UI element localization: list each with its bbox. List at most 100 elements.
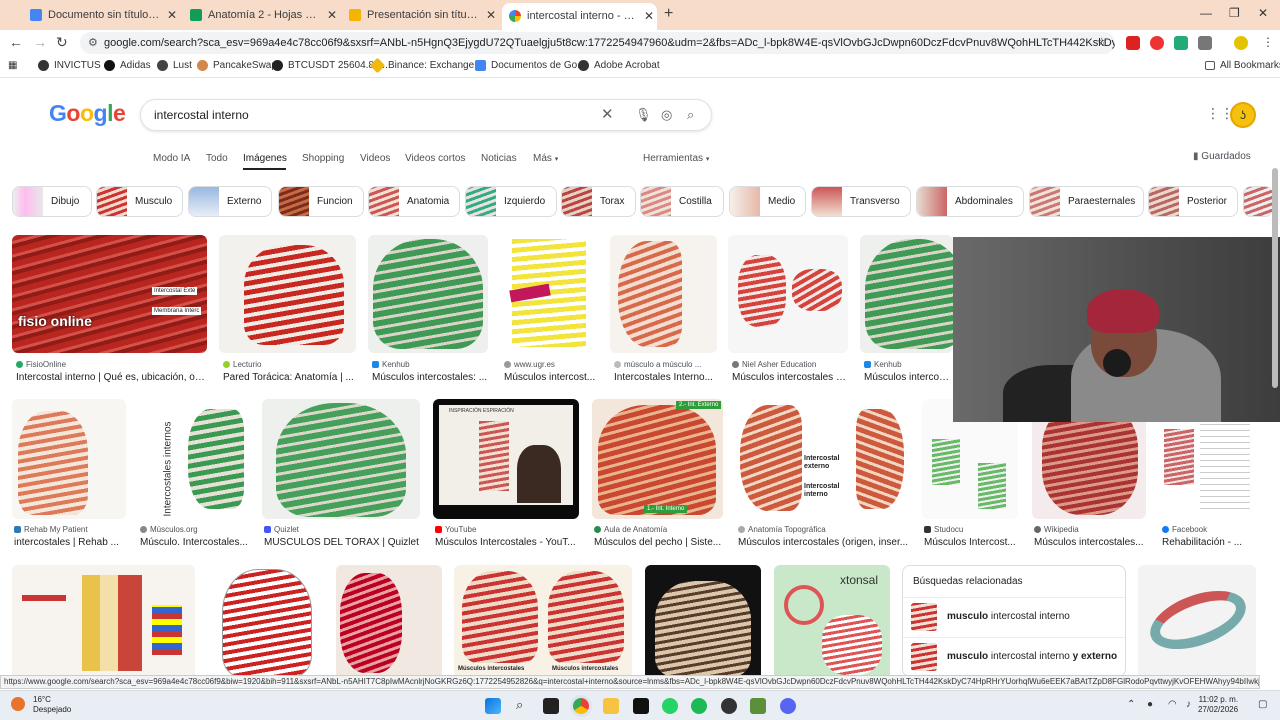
image-result[interactable] bbox=[12, 565, 195, 675]
forward-button[interactable]: → bbox=[33, 34, 47, 50]
notifications-icon[interactable]: ▢ bbox=[1258, 699, 1267, 710]
chip-paraesternales[interactable]: Paraesternales bbox=[1029, 186, 1144, 217]
result-source[interactable]: Wikipedia bbox=[1034, 525, 1146, 534]
profile-avatar[interactable] bbox=[1234, 36, 1248, 50]
tiktok-icon[interactable] bbox=[633, 698, 649, 714]
result-title[interactable]: Músculos intercostales: ... bbox=[372, 372, 488, 383]
scrollbar-thumb[interactable] bbox=[1272, 168, 1278, 388]
result-title[interactable]: Músculos intercostales | ... bbox=[732, 372, 848, 383]
bookmark-item[interactable]: INVICTUS bbox=[38, 60, 101, 71]
result-image[interactable]: Intercostal externo Intercostal interno bbox=[736, 399, 909, 519]
new-tab-button[interactable]: + bbox=[664, 5, 673, 23]
result-title[interactable]: Pared Torácica: Anatomía | ... bbox=[223, 372, 355, 383]
apps-grid-icon[interactable]: ▦ bbox=[8, 60, 17, 71]
image-result[interactable]: fisio online Intercostal Exte Membrana I… bbox=[12, 235, 207, 385]
related-search-item[interactable]: musculo intercostal interno bbox=[903, 597, 1125, 635]
result-image[interactable]: xtonsal bbox=[774, 565, 890, 675]
image-result[interactable]: Niel Asher Education Músculos intercosta… bbox=[728, 235, 848, 385]
image-result[interactable]: www.ugr.es Músculos intercost... bbox=[500, 235, 598, 385]
whatsapp-icon[interactable] bbox=[662, 698, 678, 714]
result-source[interactable]: Rehab My Patient bbox=[14, 525, 126, 534]
result-title[interactable]: Músculos Intercostales - YouT... bbox=[435, 537, 579, 548]
google-logo[interactable]: Google bbox=[49, 100, 126, 127]
tab-noticias[interactable]: Noticias bbox=[481, 153, 517, 164]
browser-tab-docs[interactable]: Documento sin título - Docume ✕ bbox=[30, 4, 180, 26]
chip-abdominales[interactable]: Abdominales bbox=[916, 186, 1024, 217]
result-title[interactable]: MÚSCULOS DEL TÓRAX | Quizlet bbox=[264, 537, 420, 548]
system-clock[interactable]: 11:02 p. m. 27/02/2026 bbox=[1198, 695, 1238, 715]
tab-todo[interactable]: Todo bbox=[206, 153, 228, 164]
search-input[interactable]: intercostal interno bbox=[154, 108, 249, 122]
result-title[interactable]: Músculos intercostale... bbox=[864, 372, 953, 383]
chip-dibujo[interactable]: Dibujo bbox=[12, 186, 92, 217]
result-source[interactable]: Facebook bbox=[1162, 525, 1255, 534]
weather-icon[interactable] bbox=[11, 697, 25, 711]
all-bookmarks[interactable]: All Bookmarks bbox=[1205, 60, 1280, 71]
result-title[interactable]: Rehabilitación - ... bbox=[1162, 537, 1255, 548]
image-result[interactable]: Intercostal externo Intercostal interno … bbox=[736, 399, 909, 549]
tab-mas[interactable]: Más ▾ bbox=[533, 153, 558, 164]
obs-icon[interactable] bbox=[721, 698, 737, 714]
result-image[interactable] bbox=[1138, 565, 1256, 675]
search-icon[interactable]: ⌕ bbox=[687, 107, 694, 123]
reload-button[interactable]: ↻ bbox=[56, 34, 68, 51]
result-image[interactable] bbox=[262, 399, 420, 519]
tab-videos-cortos[interactable]: Videos cortos bbox=[405, 153, 465, 164]
image-result[interactable] bbox=[645, 565, 761, 675]
result-image[interactable] bbox=[12, 399, 126, 519]
result-image[interactable]: Músculos intercostales Músculos intercos… bbox=[454, 565, 632, 675]
bookmark-star-icon[interactable]: ☆ bbox=[1096, 35, 1107, 49]
result-image[interactable] bbox=[728, 235, 848, 353]
start-windows-icon[interactable] bbox=[485, 698, 501, 714]
back-button[interactable]: ← bbox=[9, 34, 23, 50]
spotify-icon[interactable] bbox=[691, 698, 707, 714]
close-icon[interactable]: ✕ bbox=[324, 8, 340, 22]
bookmark-item[interactable]: Adidas bbox=[104, 60, 151, 71]
site-info-icon[interactable]: ⚙ bbox=[88, 36, 98, 49]
address-bar[interactable]: ⚙ google.com/search?sca_esv=969a4e4c78cc… bbox=[80, 32, 1115, 54]
tab-imagenes[interactable]: Imágenes bbox=[243, 153, 287, 164]
image-result[interactable]: Intercostales internos Músculos.org Músc… bbox=[138, 399, 250, 549]
app-icon[interactable] bbox=[750, 698, 766, 714]
chip-funcion[interactable]: Funcion bbox=[278, 186, 364, 217]
close-window-button[interactable]: ✕ bbox=[1258, 6, 1268, 20]
result-source[interactable]: Lecturio bbox=[223, 360, 355, 369]
result-source[interactable]: www.ugr.es bbox=[504, 360, 600, 369]
result-source[interactable]: YouTube bbox=[435, 525, 579, 534]
result-image[interactable]: INSPIRACIÓN ESPIRACIÓN bbox=[433, 399, 579, 519]
result-source[interactable]: Anatomía Topográfica bbox=[738, 525, 909, 534]
result-source[interactable]: Quizlet bbox=[264, 525, 420, 534]
result-image[interactable] bbox=[368, 235, 488, 353]
image-result[interactable]: Kenhub Músculos intercostale... bbox=[860, 235, 953, 385]
result-image[interactable] bbox=[610, 235, 717, 353]
file-explorer-icon[interactable] bbox=[603, 698, 619, 714]
wifi-icon[interactable]: ◠ bbox=[1168, 699, 1177, 710]
menu-icon[interactable]: ⋮ bbox=[1262, 35, 1274, 49]
extension-icon[interactable] bbox=[1174, 36, 1188, 50]
result-title[interactable]: Intercostal interno | Qué es, ubicación,… bbox=[16, 372, 206, 383]
result-source[interactable]: Kenhub bbox=[372, 360, 488, 369]
result-image[interactable] bbox=[860, 235, 953, 353]
bookmark-item[interactable]: PancakeSwap bbox=[197, 60, 277, 71]
bookmark-item[interactable]: Adobe Acrobat bbox=[578, 60, 660, 71]
image-result[interactable]: Kenhub Músculos intercostales: ... bbox=[368, 235, 488, 385]
camera-lens-icon[interactable]: ◎ bbox=[661, 107, 672, 123]
chip-medio[interactable]: Medio bbox=[729, 186, 806, 217]
chip-costilla[interactable]: Costilla bbox=[640, 186, 724, 217]
chip-posterior[interactable]: Posterior bbox=[1148, 186, 1238, 217]
result-image[interactable] bbox=[12, 565, 195, 675]
image-result[interactable] bbox=[208, 565, 324, 675]
image-result[interactable]: Lecturio Pared Torácica: Anatomía | ... bbox=[219, 235, 356, 385]
image-result[interactable]: Rehab My Patient intercostales | Rehab .… bbox=[12, 399, 126, 549]
result-title[interactable]: Músculos del pecho | Siste... bbox=[594, 537, 723, 548]
result-image[interactable] bbox=[208, 565, 324, 675]
result-title[interactable]: intercostales | Rehab ... bbox=[14, 537, 126, 548]
result-image[interactable]: 2.- Int. Externo 1.- Int. Interno bbox=[592, 399, 723, 519]
bookmark-item[interactable]: Documentos de Go... bbox=[475, 60, 586, 71]
search-icon[interactable]: ⌕ bbox=[516, 697, 523, 713]
result-image[interactable] bbox=[219, 235, 356, 353]
result-title[interactable]: Músculo. Intercostales... bbox=[140, 537, 250, 548]
result-image[interactable] bbox=[500, 235, 598, 353]
microphone-icon[interactable]: 🎙 bbox=[635, 107, 652, 123]
discord-icon[interactable] bbox=[780, 698, 796, 714]
